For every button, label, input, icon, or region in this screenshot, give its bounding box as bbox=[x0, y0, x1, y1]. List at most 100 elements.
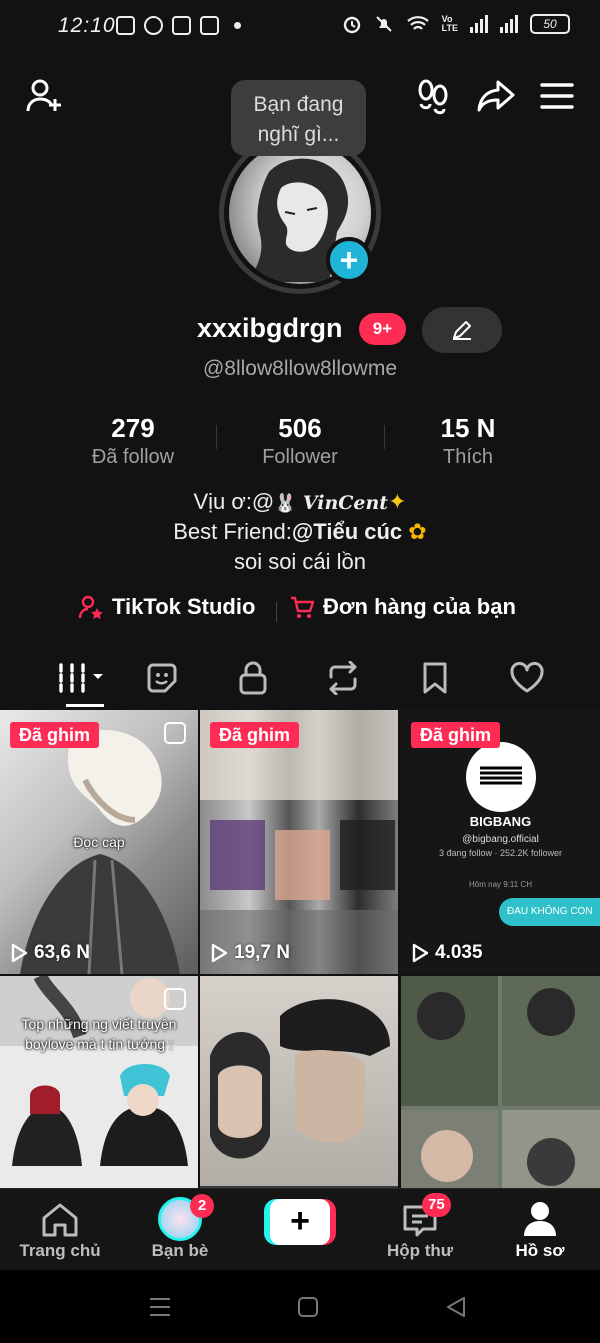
stat-following-label: Đã follow bbox=[91, 446, 175, 468]
footprints-icon bbox=[418, 79, 448, 115]
thumbnail-art bbox=[200, 999, 398, 1190]
recent-apps-icon bbox=[150, 1298, 170, 1316]
bio-line-1: Vịu ơ:@🐰 VinCent✦ bbox=[0, 489, 600, 515]
active-tab-indicator bbox=[66, 704, 104, 707]
card-time: Hôm nay 9:11 CH bbox=[469, 880, 532, 889]
volte-label: Vo LTE bbox=[441, 14, 458, 33]
add-avatar-button[interactable]: + bbox=[326, 237, 372, 283]
video-thumbnail[interactable] bbox=[200, 976, 398, 1190]
mute-icon bbox=[375, 16, 392, 32]
bio-line-2-name[interactable]: @Tiểu cúc bbox=[292, 519, 402, 544]
pinned-badge: Đã ghim bbox=[210, 722, 300, 748]
play-icon bbox=[211, 943, 228, 963]
home-system-button[interactable] bbox=[293, 1292, 323, 1322]
profile-links: TikTok Studio Đơn hàng của bạn bbox=[0, 594, 600, 630]
bio-line-2: Best Friend:@Tiểu cúc ✿ bbox=[0, 519, 600, 545]
username: xxxibgdrgn bbox=[197, 313, 343, 343]
card-account-name: BIGBANG bbox=[469, 814, 532, 829]
square-icon bbox=[298, 1297, 318, 1317]
home-icon bbox=[42, 1203, 78, 1237]
back-button[interactable] bbox=[441, 1292, 471, 1322]
video-thumbnail[interactable] bbox=[401, 976, 600, 1190]
create-button[interactable]: + bbox=[264, 1199, 336, 1245]
repost-icon bbox=[329, 661, 357, 695]
link-divider bbox=[276, 602, 277, 622]
nav-inbox[interactable]: 75 Hộp thư bbox=[360, 1189, 480, 1271]
card-account-stats: 3 đang follow · 252.2K follower bbox=[438, 848, 563, 858]
stat-followers-label: Follower bbox=[262, 446, 338, 468]
bio-line-2-prefix: Best Friend: bbox=[173, 519, 292, 544]
plus-icon: + bbox=[270, 1199, 330, 1245]
lock-icon bbox=[239, 661, 267, 695]
bio-line-1-name: VinCent bbox=[302, 492, 389, 514]
video-thumbnail[interactable]: Top những ng viết truyện boylove mà t ti… bbox=[0, 976, 198, 1190]
nav-friends[interactable]: 2 Bạn bè bbox=[120, 1189, 240, 1271]
menu-button[interactable] bbox=[535, 74, 579, 118]
tiktok-studio-label: TikTok Studio bbox=[112, 594, 256, 619]
stat-followers-value: 506 bbox=[278, 413, 322, 443]
video-thumbnail[interactable]: BIGBANG @bigbang.official 3 đang follow … bbox=[401, 710, 600, 974]
tooltip-line-2: nghĩ gì... bbox=[257, 123, 340, 146]
video-thumbnail[interactable]: Đã ghim 19,7 N bbox=[200, 710, 398, 974]
friends-badge: 2 bbox=[190, 1194, 214, 1218]
tab-reposts[interactable] bbox=[318, 658, 368, 698]
tiktok-studio-link[interactable]: TikTok Studio bbox=[78, 594, 255, 620]
select-checkbox[interactable] bbox=[164, 722, 186, 744]
stat-following[interactable]: 279 Đã follow bbox=[48, 412, 218, 470]
view-count-value: 63,6 N bbox=[34, 942, 90, 963]
alarm-icon bbox=[343, 16, 360, 34]
facebook-icon bbox=[172, 16, 191, 35]
facebook-icon bbox=[200, 16, 219, 35]
orders-link[interactable]: Đơn hàng của bạn bbox=[289, 594, 516, 620]
stat-following-value: 279 bbox=[111, 413, 155, 443]
tab-liked[interactable] bbox=[502, 658, 552, 698]
share-profile-button[interactable] bbox=[474, 74, 518, 118]
signal-icon bbox=[500, 15, 518, 33]
add-friend-icon bbox=[26, 79, 61, 112]
tab-videos[interactable] bbox=[52, 658, 108, 698]
dot-icon bbox=[234, 22, 241, 29]
cart-icon bbox=[291, 596, 315, 618]
video-thumbnail[interactable]: Đã ghim Đọc cap 63,6 N bbox=[0, 710, 198, 974]
notification-badge[interactable]: 9+ bbox=[359, 313, 406, 345]
play-icon bbox=[11, 943, 28, 963]
stat-followers[interactable]: 506 Follower bbox=[215, 412, 385, 470]
view-count: 4.035 bbox=[411, 942, 483, 964]
play-icon bbox=[412, 943, 429, 963]
tab-private[interactable] bbox=[228, 658, 278, 698]
nav-profile-label: Hồ sơ bbox=[515, 1241, 565, 1260]
inbox-badge: 75 bbox=[422, 1193, 451, 1217]
view-count: 19,7 N bbox=[210, 942, 290, 964]
tooltip-line-1: Bạn đang bbox=[253, 93, 344, 116]
select-checkbox[interactable] bbox=[164, 988, 186, 1010]
add-friend-button[interactable] bbox=[22, 74, 66, 118]
status-system-icons: Vo LTE 50 bbox=[342, 14, 570, 34]
stat-likes-value: 15 N bbox=[440, 413, 496, 443]
sticker-icon bbox=[147, 663, 177, 693]
thumbnail-art bbox=[401, 976, 600, 1190]
profile-tabs bbox=[0, 650, 600, 708]
video-caption: Top những ng viết truyện boylove mà t ti… bbox=[0, 1014, 198, 1054]
pinned-badge: Đã ghim bbox=[411, 722, 501, 748]
video-grid: Đã ghim Đọc cap 63,6 N Đã ghim 19,7 N BI… bbox=[0, 710, 600, 1190]
stat-likes[interactable]: 15 N Thích bbox=[383, 412, 553, 470]
menu-icon bbox=[540, 83, 574, 109]
creator-star-icon bbox=[78, 595, 103, 619]
nav-home[interactable]: Trang chủ bbox=[0, 1189, 120, 1271]
status-notification-icons bbox=[116, 16, 241, 35]
tab-saved[interactable] bbox=[410, 658, 460, 698]
card-account-handle: @bigbang.official bbox=[462, 834, 539, 845]
nav-profile[interactable]: Hồ sơ bbox=[480, 1189, 600, 1271]
profile-views-button[interactable] bbox=[411, 74, 455, 118]
bigbang-logo bbox=[466, 742, 536, 812]
chat-icon bbox=[116, 16, 135, 35]
rabbit-icon: 🐰 bbox=[274, 493, 297, 513]
thumbnail-art bbox=[200, 710, 398, 974]
recent-apps-button[interactable] bbox=[145, 1292, 175, 1322]
edit-profile-button[interactable] bbox=[422, 307, 502, 353]
battery-icon: 50 bbox=[530, 14, 570, 34]
view-count-value: 4.035 bbox=[435, 942, 483, 963]
videos-grid-icon bbox=[59, 663, 103, 693]
note-tooltip[interactable]: Bạn đang nghĩ gì... bbox=[231, 80, 366, 156]
tab-stickers[interactable] bbox=[137, 658, 187, 698]
